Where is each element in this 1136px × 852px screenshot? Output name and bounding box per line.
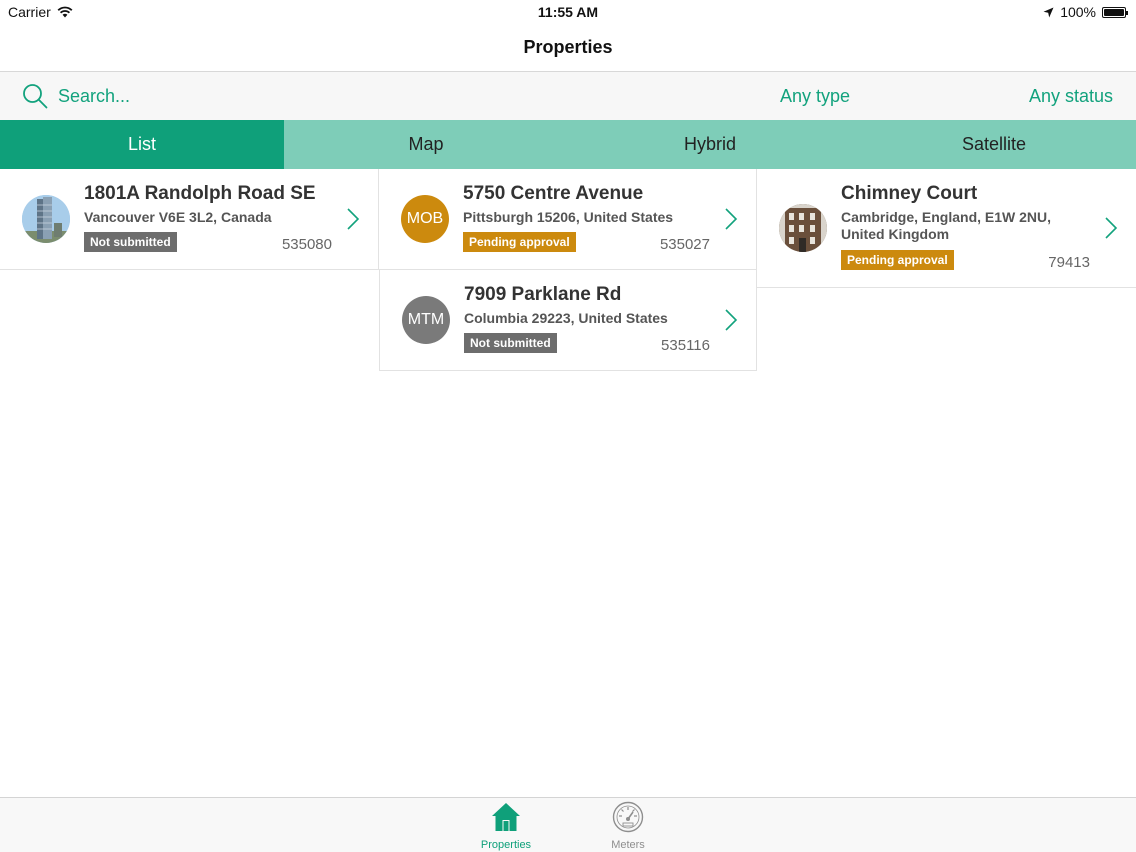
property-card[interactable]: MTM 7909 Parklane Rd Columbia 29223, Uni… bbox=[379, 270, 757, 371]
chevron-right-icon bbox=[1105, 217, 1118, 239]
property-id: 535027 bbox=[659, 236, 710, 253]
building-photo bbox=[779, 204, 827, 252]
tab-meters[interactable]: Meters bbox=[588, 801, 668, 851]
tab-list[interactable]: List bbox=[0, 120, 284, 169]
search-icon[interactable] bbox=[22, 83, 48, 109]
status-badge: Pending approval bbox=[463, 232, 576, 252]
battery-icon bbox=[1102, 6, 1128, 18]
battery-percent: 100% bbox=[1060, 4, 1096, 20]
status-bar: Carrier 11:55 AM 100% bbox=[0, 0, 1136, 24]
bottom-tab-bar: Properties Meters bbox=[0, 797, 1136, 852]
tab-properties-label: Properties bbox=[480, 839, 532, 851]
status-right: 100% bbox=[1043, 4, 1128, 20]
initials-avatar: MTM bbox=[402, 296, 450, 344]
property-title: 1801A Randolph Road SE bbox=[84, 183, 316, 204]
status-badge: Pending approval bbox=[841, 250, 954, 270]
status-badge: Not submitted bbox=[464, 333, 557, 353]
property-card[interactable]: Chimney Court Cambridge, England, E1W 2N… bbox=[757, 169, 1136, 288]
chevron-right-icon bbox=[725, 208, 738, 230]
house-icon bbox=[492, 803, 520, 831]
initials-avatar: MOB bbox=[401, 195, 449, 243]
navigation-bar: Properties bbox=[0, 24, 1136, 72]
location-arrow-icon bbox=[1043, 7, 1054, 17]
property-card[interactable]: MOB 5750 Centre Avenue Pittsburgh 15206,… bbox=[379, 169, 757, 270]
search-bar: Any type Any status bbox=[0, 72, 1136, 120]
property-id: 535080 bbox=[281, 236, 332, 253]
app-screen: Carrier 11:55 AM 100% Properties Any typ… bbox=[0, 0, 1136, 852]
tower-photo-avatar bbox=[22, 195, 70, 243]
tab-meters-label: Meters bbox=[611, 839, 645, 851]
status-filter-button[interactable]: Any status bbox=[1029, 86, 1113, 107]
view-mode-tabs: List Map Hybrid Satellite bbox=[0, 120, 1136, 169]
property-card[interactable]: 1801A Randolph Road SE Vancouver V6E 3L2… bbox=[0, 169, 379, 270]
page-title: Properties bbox=[523, 37, 613, 57]
brick-building-avatar bbox=[779, 204, 827, 252]
property-id: 79413 bbox=[1048, 254, 1090, 271]
tab-satellite[interactable]: Satellite bbox=[852, 120, 1136, 169]
property-address: Pittsburgh 15206, United States bbox=[463, 209, 674, 225]
type-filter-button[interactable]: Any type bbox=[780, 86, 850, 107]
gauge-icon bbox=[612, 801, 644, 833]
chevron-right-icon bbox=[725, 309, 738, 331]
tab-map[interactable]: Map bbox=[284, 120, 568, 169]
property-address: Columbia 29223, United States bbox=[464, 310, 668, 326]
building-photo bbox=[22, 195, 70, 243]
chevron-right-icon bbox=[347, 208, 360, 230]
property-id: 535116 bbox=[661, 337, 710, 354]
tab-hybrid[interactable]: Hybrid bbox=[568, 120, 852, 169]
property-title: 5750 Centre Avenue bbox=[463, 183, 644, 204]
property-address: Cambridge, England, E1W 2NU, United King… bbox=[841, 209, 1052, 242]
tab-properties[interactable]: Properties bbox=[466, 801, 546, 851]
status-badge: Not submitted bbox=[84, 232, 177, 252]
search-input[interactable] bbox=[58, 82, 458, 110]
property-title: 7909 Parklane Rd bbox=[464, 284, 622, 305]
property-title: Chimney Court bbox=[841, 183, 978, 204]
status-time: 11:55 AM bbox=[537, 4, 599, 20]
property-address: Vancouver V6E 3L2, Canada bbox=[84, 209, 272, 225]
